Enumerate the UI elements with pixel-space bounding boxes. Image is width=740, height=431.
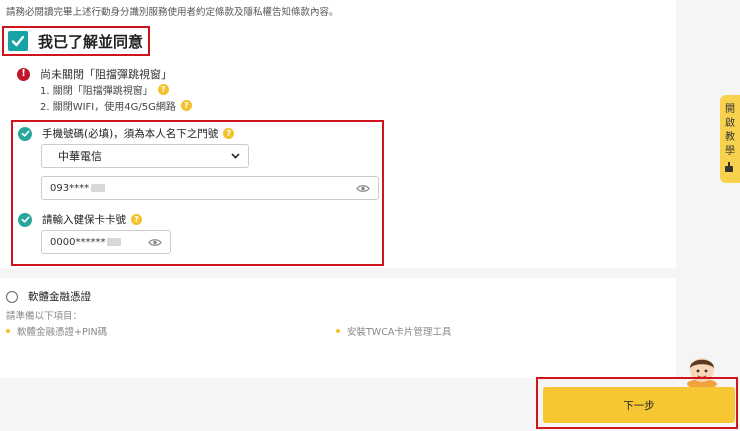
phone-label: 手機號碼(必填)，須為本人名下之門號 xyxy=(42,128,219,140)
requirement-text: 軟體金融憑證+PIN碼 xyxy=(17,327,108,338)
check-circle-icon xyxy=(18,126,32,141)
prepare-label: 請準備以下項目： xyxy=(6,311,83,322)
bullet-dot xyxy=(336,329,340,333)
alert-title: 尚未關閉「阻擋彈跳視窗」 xyxy=(40,68,172,81)
phone-input[interactable]: 093**** xyxy=(41,176,379,200)
alert-step-2-text: 2. 關閉WIFI，使用4G/5G網路 xyxy=(40,102,176,113)
tab-char: 開 xyxy=(725,104,735,115)
carrier-select[interactable]: 中華電信 xyxy=(41,144,249,168)
help-icon[interactable]: ? xyxy=(223,128,235,139)
chevron-down-icon xyxy=(231,153,240,159)
help-icon[interactable]: ? xyxy=(131,214,142,225)
phone-label-row: 手機號碼(必填)，須為本人名下之門號 ? xyxy=(18,126,235,141)
bullet-dot xyxy=(6,329,10,333)
cert-radio-row[interactable]: 軟體金融憑證 xyxy=(6,289,91,304)
tab-char: 學 xyxy=(725,146,735,157)
check-circle-icon xyxy=(18,212,32,227)
checkmark-icon xyxy=(11,35,25,47)
cert-radio[interactable] xyxy=(6,290,18,303)
cert-label: 軟體金融憑證 xyxy=(28,291,91,303)
card-number-value: 0000****** xyxy=(50,236,106,248)
help-icon[interactable]: ? xyxy=(180,100,192,111)
agree-label: 我已了解並同意 xyxy=(38,32,144,51)
agree-checkbox[interactable] xyxy=(8,31,28,51)
terms-notice: 請務必閱讀完畢上述行動身分識別服務使用者約定條款及隱私權告知條款內容。 xyxy=(6,7,339,18)
eye-icon[interactable] xyxy=(148,238,162,247)
tutorial-side-tab[interactable]: 開 啟 教 學 xyxy=(720,95,740,183)
exclamation-icon: ! xyxy=(17,67,30,81)
masked-digits xyxy=(91,183,106,192)
popup-alert: ! 尚未關閉「阻擋彈跳視窗」 xyxy=(17,66,172,82)
next-button[interactable]: 下一步 xyxy=(543,387,735,423)
card-label-row: 請輸入健保卡卡號 ? xyxy=(18,212,142,227)
carrier-value: 中華電信 xyxy=(58,150,102,163)
cert-option-card: 軟體金融憑證 請準備以下項目： 軟體金融憑證+PIN碼 安裝TWCA卡片管理工具 xyxy=(0,278,676,378)
alert-step-2: 2. 關閉WIFI，使用4G/5G網路 ? xyxy=(40,98,192,113)
eye-icon[interactable] xyxy=(356,184,370,193)
identity-form: 手機號碼(必填)，須為本人名下之門號 ? 中華電信 093**** 請輸入健保卡… xyxy=(11,120,384,266)
requirement-item: 安裝TWCA卡片管理工具 xyxy=(336,324,451,338)
alert-step-1: 1. 關閉「阻擋彈跳視窗」 ? xyxy=(40,82,169,97)
tab-char: 教 xyxy=(725,132,735,143)
requirement-item: 軟體金融憑證+PIN碼 xyxy=(6,324,107,338)
masked-digits xyxy=(107,237,122,246)
alert-step-1-text: 1. 關閉「阻擋彈跳視窗」 xyxy=(40,86,153,97)
phone-value: 093**** xyxy=(50,182,90,194)
pointer-hand-icon xyxy=(725,162,733,172)
agree-checkbox-row[interactable]: 我已了解並同意 xyxy=(2,26,150,56)
requirement-text: 安裝TWCA卡片管理工具 xyxy=(347,327,452,338)
card-number-input[interactable]: 0000****** xyxy=(41,230,171,254)
help-icon[interactable]: ? xyxy=(157,84,169,95)
consent-card: 請務必閱讀完畢上述行動身分識別服務使用者約定條款及隱私權告知條款內容。 我已了解… xyxy=(0,0,676,268)
section-divider xyxy=(0,268,676,278)
tab-char: 啟 xyxy=(725,118,735,129)
card-label: 請輸入健保卡卡號 xyxy=(42,214,126,226)
